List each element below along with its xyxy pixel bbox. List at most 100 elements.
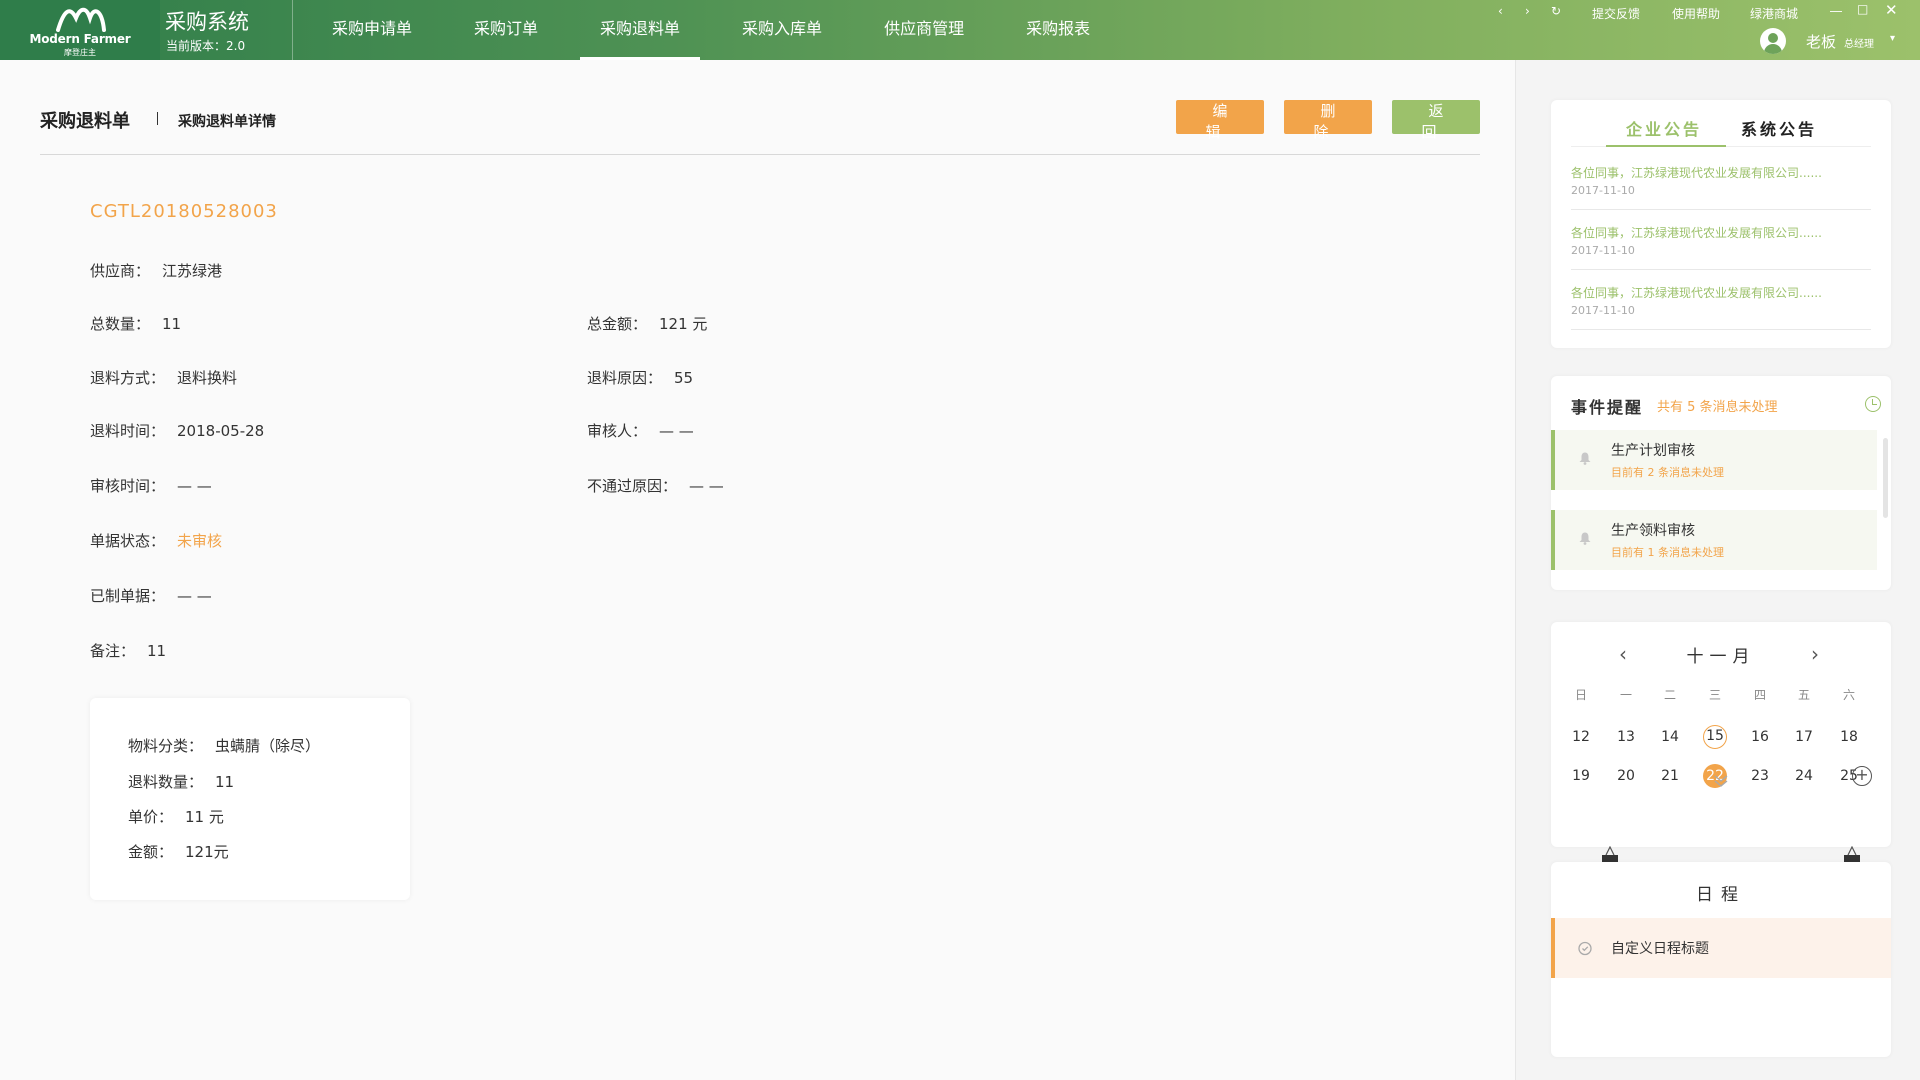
calendar-panel: ‹ 十一月 › 日 一 二 三 四 五 六 12 13 14 15 16 17 … xyxy=(1551,622,1891,847)
calendar-day-today[interactable]: 15 xyxy=(1703,725,1727,749)
calendar-day[interactable]: 13 xyxy=(1611,725,1641,749)
nav-supplier-management[interactable]: 供应商管理 xyxy=(864,0,984,60)
field-value: 55 xyxy=(674,369,694,387)
material-unit-price: 单价： 11 元 xyxy=(128,806,224,827)
nav-purchase-receipt[interactable]: 采购入库单 xyxy=(722,0,842,60)
help-link[interactable]: 使用帮助 xyxy=(1672,5,1720,22)
logo-text-cn: 摩登庄主 xyxy=(64,48,96,57)
field-value: — — xyxy=(659,422,694,440)
tab-system-notice[interactable]: 系统公告 xyxy=(1741,116,1817,140)
field-value: 121 元 xyxy=(659,315,708,333)
maximize-icon[interactable]: □ xyxy=(1857,2,1868,16)
return-time-field: 退料时间： 2018-05-28 xyxy=(90,420,264,441)
bell-icon xyxy=(1579,452,1591,465)
event-scrollbar[interactable] xyxy=(1883,438,1888,518)
field-value: 121元 xyxy=(185,843,229,861)
mountain-logo-icon xyxy=(56,7,106,32)
material-amount: 金额： 121元 xyxy=(128,841,229,862)
main-content: 采购退料单 采购退料单详情 编 辑 删 除 返 回 CGTL2018052800… xyxy=(0,60,1515,1080)
top-bar: Modern Farmer 摩登庄主 采购系统 当前版本：2.0 采购申请单 采… xyxy=(0,0,1920,60)
user-name[interactable]: 老板 xyxy=(1806,31,1836,52)
nav-purchase-request[interactable]: 采购申请单 xyxy=(312,0,432,60)
mall-link[interactable]: 绿港商城 xyxy=(1750,5,1798,22)
right-sidebar: 企业公告 系统公告 各位同事，江苏绿港现代农业发展有限公司...... 2017… xyxy=(1515,60,1920,1080)
field-value: 11 xyxy=(162,315,182,333)
avatar[interactable] xyxy=(1760,28,1786,54)
notice-text[interactable]: 各位同事，江苏绿港现代农业发展有限公司...... xyxy=(1571,284,1822,301)
remark-field: 备注： 11 xyxy=(90,640,166,661)
refresh-icon[interactable] xyxy=(1865,396,1881,412)
nav-purchase-report[interactable]: 采购报表 xyxy=(1006,0,1110,60)
nav-purchase-return[interactable]: 采购退料单 xyxy=(580,0,701,60)
bell-icon xyxy=(1579,532,1591,545)
field-label: 单据状态： xyxy=(90,532,166,550)
calendar-day[interactable]: 14 xyxy=(1655,725,1685,749)
order-number: CGTL20180528003 xyxy=(90,201,278,222)
notice-item[interactable]: 各位同事，江苏绿港现代农业发展有限公司...... 2017-11-10 xyxy=(1571,160,1871,210)
schedule-panel: 日程 自定义日程标题 xyxy=(1551,862,1891,1057)
field-value: — — xyxy=(177,587,212,605)
avatar-head xyxy=(1768,33,1778,43)
field-value: 江苏绿港 xyxy=(162,262,223,280)
delete-button[interactable]: 删 除 xyxy=(1284,100,1372,141)
calendar-weekday: 日 xyxy=(1574,688,1587,702)
calendar-day[interactable]: 21 xyxy=(1655,764,1685,788)
event-reminder-title: 事件提醒 xyxy=(1571,398,1644,417)
back-button[interactable]: 返 回 xyxy=(1392,100,1480,141)
expand-down-icon[interactable] xyxy=(1713,772,1729,788)
notice-item[interactable]: 各位同事，江苏绿港现代农业发展有限公司...... 2017-11-10 xyxy=(1571,280,1871,330)
status-badge: 未审核 xyxy=(177,532,223,550)
chevron-right-icon[interactable]: › xyxy=(1525,4,1530,18)
main-nav: 采购申请单 采购订单 采购退料单 采购入库单 供应商管理 采购报表 xyxy=(312,0,1132,60)
calendar-day[interactable]: 20 xyxy=(1611,764,1641,788)
brand-logo: Modern Farmer 摩登庄主 xyxy=(0,0,160,60)
calendar-day[interactable]: 24 xyxy=(1789,764,1819,788)
notice-date: 2017-11-10 xyxy=(1571,304,1635,317)
event-count: 目前有 1 条消息未处理 xyxy=(1611,546,1724,559)
event-name: 生产领料审核 xyxy=(1611,523,1695,539)
event-item[interactable]: 生产计划审核 目前有 2 条消息未处理 xyxy=(1551,430,1877,490)
notice-text[interactable]: 各位同事，江苏绿港现代农业发展有限公司...... xyxy=(1571,224,1822,241)
add-schedule-icon[interactable]: + xyxy=(1852,766,1872,786)
calendar-day[interactable]: 17 xyxy=(1789,725,1819,749)
field-label: 供应商： xyxy=(90,262,151,280)
total-amount-field: 总金额： 121 元 xyxy=(587,313,707,334)
schedule-item[interactable]: 自定义日程标题 xyxy=(1551,918,1891,978)
notice-text[interactable]: 各位同事，江苏绿港现代农业发展有限公司...... xyxy=(1571,164,1822,181)
material-return-qty: 退料数量： 11 xyxy=(128,771,234,792)
calendar-day[interactable]: 12 xyxy=(1566,725,1596,749)
refresh-icon[interactable]: ↻ xyxy=(1551,4,1561,18)
field-label: 总金额： xyxy=(587,315,648,333)
caret-down-icon[interactable]: ▾ xyxy=(1890,33,1895,44)
field-value: 11 xyxy=(147,642,167,660)
minimize-icon[interactable]: ― xyxy=(1830,4,1842,18)
calendar-next-icon[interactable]: › xyxy=(1811,642,1819,666)
close-icon[interactable]: ✕ xyxy=(1885,1,1898,19)
field-value: — — xyxy=(177,477,212,495)
calendar-day[interactable]: 18 xyxy=(1834,725,1864,749)
logo-text-en: Modern Farmer xyxy=(29,32,131,46)
calendar-day[interactable]: 19 xyxy=(1566,764,1596,788)
calendar-weekday: 六 xyxy=(1842,688,1855,702)
field-value: 退料换料 xyxy=(177,369,238,387)
system-version: 当前版本：2.0 xyxy=(166,39,246,53)
feedback-link[interactable]: 提交反馈 xyxy=(1592,5,1640,22)
calendar-weekday: 一 xyxy=(1619,688,1632,702)
return-method-field: 退料方式： 退料换料 xyxy=(90,367,237,388)
calendar-day[interactable]: 23 xyxy=(1745,764,1775,788)
calendar-weekday: 三 xyxy=(1708,688,1721,702)
event-item[interactable]: 生产领料审核 目前有 1 条消息未处理 xyxy=(1551,510,1877,570)
field-value: 2018-05-28 xyxy=(177,422,265,440)
binder-clip-icon xyxy=(1602,846,1618,862)
nav-purchase-order[interactable]: 采购订单 xyxy=(454,0,558,60)
notice-panel: 企业公告 系统公告 各位同事，江苏绿港现代农业发展有限公司...... 2017… xyxy=(1551,100,1891,348)
chevron-left-icon[interactable]: ‹ xyxy=(1498,4,1503,18)
tab-enterprise-notice[interactable]: 企业公告 xyxy=(1626,116,1702,140)
edit-button[interactable]: 编 辑 xyxy=(1176,100,1264,141)
calendar-day[interactable]: 16 xyxy=(1745,725,1775,749)
field-label: 审核时间： xyxy=(90,477,166,495)
field-value: — — xyxy=(689,477,724,495)
notice-date: 2017-11-10 xyxy=(1571,244,1635,257)
notice-item[interactable]: 各位同事，江苏绿港现代农业发展有限公司...... 2017-11-10 xyxy=(1571,220,1871,270)
field-label: 退料方式： xyxy=(90,369,166,387)
